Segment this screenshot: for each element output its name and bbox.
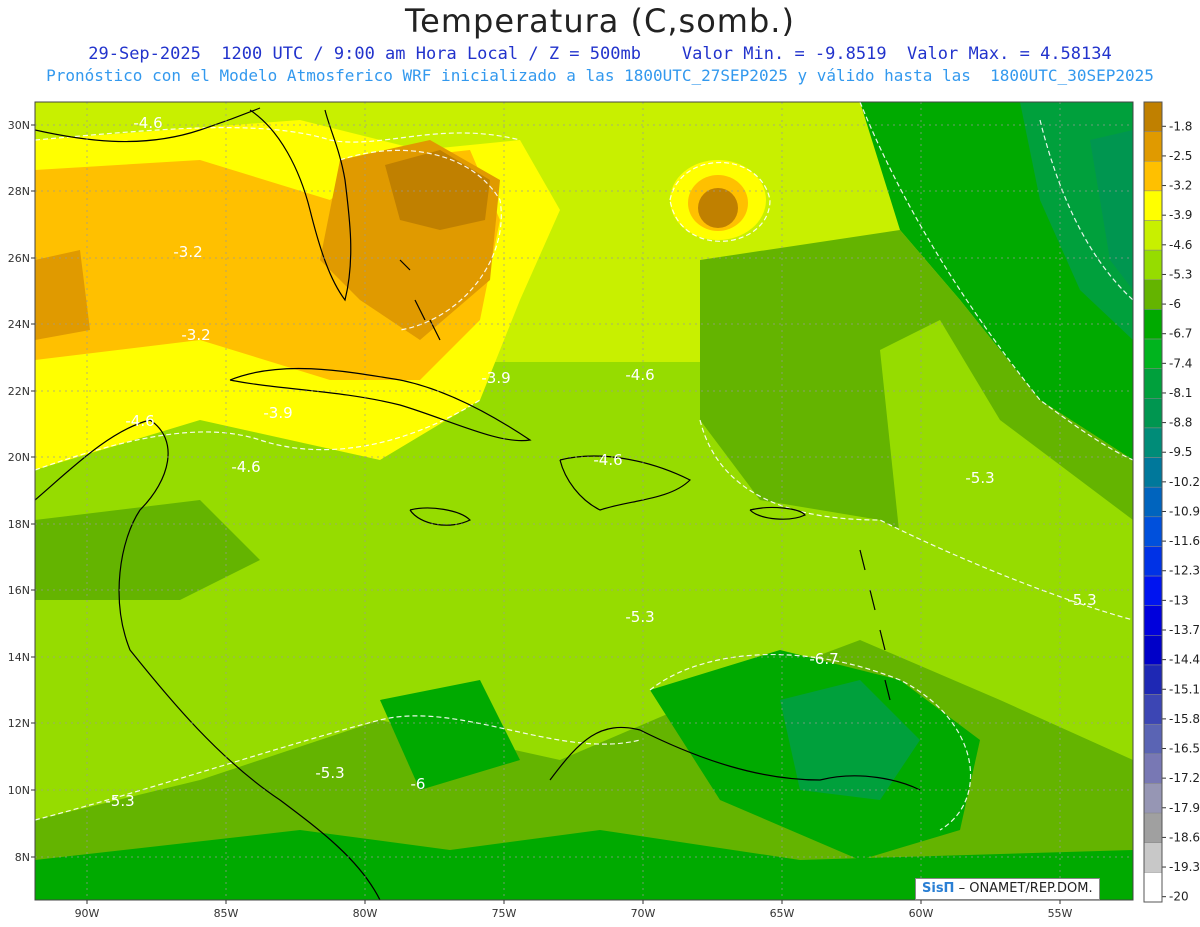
legend-label: -15.8 — [1169, 712, 1200, 726]
lat-tick-label: 26N — [8, 252, 30, 265]
contour-label: -4.6 — [593, 451, 622, 469]
credit-text: – ONAMET/REP.DOM. — [958, 881, 1093, 896]
legend-swatch — [1143, 101, 1163, 132]
legend-label: -11.6 — [1169, 534, 1200, 548]
lat-tick-label: 22N — [8, 385, 30, 398]
legend-swatch — [1143, 575, 1163, 606]
legend-swatch — [1143, 457, 1163, 488]
legend-swatch — [1143, 664, 1163, 695]
lat-tick-label: 14N — [8, 651, 30, 664]
legend-label: -6 — [1169, 297, 1181, 311]
lat-tick-label: 10N — [8, 784, 30, 797]
contour-label: -5.3 — [625, 608, 654, 626]
legend-swatch — [1143, 546, 1163, 577]
lon-tick-label: 55W — [1048, 907, 1073, 920]
legend-swatch — [1143, 694, 1163, 725]
lat-tick-label: 30N — [8, 119, 30, 132]
legend-label: -9.5 — [1169, 445, 1192, 459]
lon-tick-label: 85W — [214, 907, 239, 920]
legend-swatch — [1143, 368, 1163, 399]
contour-label: -4.6 — [125, 412, 154, 430]
legend-swatch — [1143, 516, 1163, 547]
legend-label: -14.4 — [1169, 653, 1200, 667]
credit-badge: SisΠ – ONAMET/REP.DOM. — [915, 878, 1100, 900]
legend-swatch — [1143, 812, 1163, 843]
legend-swatch — [1143, 279, 1163, 310]
contour-label: -5.3 — [105, 792, 134, 810]
legend-swatch — [1143, 842, 1163, 873]
lat-tick-label: 20N — [8, 451, 30, 464]
legend-swatch — [1143, 398, 1163, 429]
legend-label: -4.6 — [1169, 238, 1192, 252]
contour-label: -5.3 — [1067, 591, 1096, 609]
legend-label: -10.2 — [1169, 475, 1200, 489]
contour-label: -6.7 — [809, 650, 838, 668]
legend-swatch — [1143, 190, 1163, 221]
legend-swatch — [1143, 338, 1163, 369]
legend-label: -18.6 — [1169, 830, 1200, 844]
lat-tick-label: 16N — [8, 584, 30, 597]
contour-label: -5.3 — [315, 764, 344, 782]
legend-label: -13.7 — [1169, 623, 1200, 637]
legend-label: -15.1 — [1169, 682, 1200, 696]
legend-swatch — [1143, 872, 1163, 903]
contour-label: -3.9 — [263, 404, 292, 422]
legend-swatch — [1143, 635, 1163, 666]
legend-label: -17.9 — [1169, 801, 1200, 815]
legend-swatch — [1143, 220, 1163, 251]
legend-label: -17.2 — [1169, 771, 1200, 785]
legend-swatch — [1143, 249, 1163, 281]
contour-label: -4.6 — [133, 114, 162, 132]
legend-label: -13 — [1169, 593, 1189, 607]
contour-label: -4.6 — [625, 366, 654, 384]
legend-label: -8.8 — [1169, 416, 1192, 430]
legend-swatch — [1143, 605, 1163, 636]
legend-swatch — [1143, 309, 1163, 340]
legend-swatch — [1143, 131, 1163, 162]
legend-label: -16.5 — [1169, 742, 1200, 756]
lon-tick-label: 70W — [631, 907, 656, 920]
contour-label: -3.9 — [481, 369, 510, 387]
legend-label: -12.3 — [1169, 564, 1200, 578]
lat-tick-label: 28N — [8, 185, 30, 198]
lat-tick-label: 12N — [8, 717, 30, 730]
legend-swatch — [1143, 161, 1163, 192]
legend-swatch — [1143, 486, 1163, 518]
lon-tick-label: 75W — [492, 907, 517, 920]
legend-swatch — [1143, 723, 1163, 755]
legend-swatch — [1143, 753, 1163, 784]
legend-label: -8.1 — [1169, 386, 1192, 400]
lon-tick-label: 80W — [353, 907, 378, 920]
legend-label: -1.8 — [1169, 119, 1192, 133]
legend-label: -20 — [1169, 890, 1189, 904]
legend-label: -3.9 — [1169, 208, 1192, 222]
legend-label: -7.4 — [1169, 356, 1192, 370]
lat-tick-label: 18N — [8, 518, 30, 531]
legend-label: -2.5 — [1169, 149, 1192, 163]
legend-swatch — [1143, 783, 1163, 814]
color-legend: -1.8 -2.5 -3.2 -3.9 -4.6 -5.3 -6 -6.7 -7.4 -8.1 -8… — [1143, 101, 1200, 904]
contour-label: -4.6 — [231, 458, 260, 476]
legend-label: -3.2 — [1169, 179, 1192, 193]
shaded-field — [35, 102, 1133, 900]
contour-label: -5.3 — [965, 469, 994, 487]
legend-label: -19.3 — [1169, 860, 1200, 874]
lon-tick-label: 60W — [909, 907, 934, 920]
lat-tick-label: 24N — [8, 318, 30, 331]
contour-label: -3.2 — [181, 326, 210, 344]
legend-label: -10.9 — [1169, 504, 1200, 518]
legend-label: -5.3 — [1169, 267, 1192, 281]
temperature-map: -4.6 -3.2 -3.2 -3.9 -3.9 -4.6 -4.6 -4.6 -4.6 -5.3… — [8, 101, 1200, 920]
credit-brand: SisΠ — [922, 881, 955, 896]
lat-tick-label: 8N — [15, 851, 30, 864]
legend-swatch — [1143, 427, 1163, 458]
legend-label: -6.7 — [1169, 327, 1192, 341]
lon-tick-label: 65W — [770, 907, 795, 920]
lon-tick-label: 90W — [75, 907, 100, 920]
contour-label: -6 — [411, 775, 426, 793]
contour-label: -3.2 — [173, 243, 202, 261]
